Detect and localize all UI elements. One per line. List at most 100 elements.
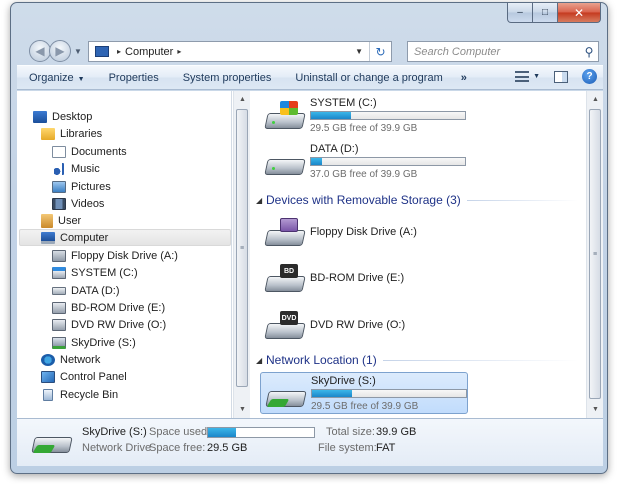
nav-item-skydrive[interactable]: SkyDrive (S:) — [52, 334, 136, 351]
nav-label: Control Panel — [60, 370, 127, 383]
nav-item-pictures[interactable]: Pictures — [52, 178, 111, 195]
system-drive-icon — [264, 101, 306, 131]
details-subtitle: Network Drive — [82, 442, 152, 454]
nav-item-libraries[interactable]: Libraries — [41, 125, 102, 142]
drive-usage-bar — [310, 157, 466, 166]
forward-button[interactable]: ▶ — [49, 40, 71, 62]
command-toolbar: Organize ▼ Properties System properties U… — [17, 65, 603, 90]
nav-item-system-drive[interactable]: SYSTEM (C:) — [52, 264, 138, 281]
system-properties-button[interactable]: System properties — [171, 72, 284, 84]
drive-item-floppy[interactable]: Floppy Disk Drive (A:) — [260, 212, 468, 254]
address-bar[interactable]: ▸ Computer ▸ ▼ ↻ — [88, 41, 392, 62]
close-button[interactable]: ✕ — [558, 3, 601, 23]
collapse-arrow-icon[interactable]: ◢ — [256, 196, 266, 205]
nav-item-computer[interactable]: Computer — [19, 229, 231, 246]
scroll-thumb[interactable]: ≡ — [236, 109, 248, 387]
nav-item-documents[interactable]: Documents — [52, 143, 127, 160]
nav-label: DVD RW Drive (O:) — [71, 318, 167, 331]
group-removable-storage[interactable]: ◢ Devices with Removable Storage (3) — [256, 192, 578, 208]
breadcrumb-computer[interactable]: Computer — [125, 46, 173, 58]
skydrive-icon — [265, 379, 307, 409]
nav-item-music[interactable]: Music — [52, 160, 100, 177]
uninstall-program-button[interactable]: Uninstall or change a program — [283, 72, 454, 84]
help-icon[interactable]: ? — [582, 69, 597, 84]
search-icon[interactable]: ⚲ — [580, 45, 598, 59]
nav-label: Pictures — [71, 180, 111, 193]
space-free-value: 29.5 GB — [207, 442, 248, 454]
data-drive-icon — [52, 286, 66, 295]
drive-name: DATA (D:) — [310, 143, 359, 155]
group-label: Devices with Removable Storage (3) — [266, 193, 461, 207]
content-scrollbar[interactable]: ▲ ≡ ▼ — [586, 91, 603, 418]
bd-rom-drive-icon: BD — [264, 264, 306, 294]
navigation-pane: Desktop Libraries Documents Music Pictur… — [17, 91, 232, 418]
breadcrumb-chevron[interactable]: ▸ — [177, 47, 181, 56]
scroll-down-icon[interactable]: ▼ — [587, 401, 604, 418]
bd-rom-drive-icon — [52, 301, 66, 314]
group-network-location[interactable]: ◢ Network Location (1) — [256, 352, 578, 368]
nav-label: Floppy Disk Drive (A:) — [71, 249, 178, 262]
skydrive-icon — [52, 336, 66, 349]
search-box[interactable]: Search Computer ⚲ — [407, 41, 599, 62]
minimize-button[interactable]: – — [507, 3, 533, 23]
organize-menu[interactable]: Organize ▼ — [17, 72, 97, 84]
scroll-up-icon[interactable]: ▲ — [587, 91, 604, 108]
network-icon — [41, 353, 55, 366]
videos-icon — [52, 197, 66, 210]
nav-label: SYSTEM (C:) — [71, 266, 138, 279]
properties-button[interactable]: Properties — [97, 72, 171, 84]
drive-item-skydrive[interactable]: SkyDrive (S:) 29.5 GB free of 39.9 GB — [260, 372, 468, 414]
view-options-chevron-icon[interactable]: ▼ — [533, 73, 540, 80]
organize-label: Organize — [29, 71, 74, 84]
more-commands-button[interactable]: » — [455, 72, 473, 84]
caption-buttons: – □ ✕ — [507, 3, 601, 23]
preview-pane-icon[interactable] — [554, 70, 568, 83]
nav-item-desktop[interactable]: Desktop — [33, 108, 92, 125]
refresh-icon[interactable]: ↻ — [369, 42, 391, 61]
data-drive-icon — [264, 147, 306, 177]
nav-item-user[interactable]: User — [41, 212, 81, 229]
drive-item-system[interactable]: SYSTEM (C:) 29.5 GB free of 39.9 GB — [260, 95, 468, 137]
maximize-button[interactable]: □ — [533, 3, 558, 23]
collapse-arrow-icon[interactable]: ◢ — [256, 356, 266, 365]
floppy-drive-icon — [264, 218, 306, 248]
nav-item-dvd-rw-drive[interactable]: DVD RW Drive (O:) — [52, 316, 166, 333]
group-divider — [382, 359, 578, 361]
nav-item-recycle-bin[interactable]: Recycle Bin — [41, 386, 118, 403]
drive-item-dvd-rw[interactable]: DVD DVD RW Drive (O:) — [260, 305, 468, 347]
content-pane: SYSTEM (C:) 29.5 GB free of 39.9 GB DATA… — [250, 91, 586, 418]
main-area: Desktop Libraries Documents Music Pictur… — [17, 91, 603, 418]
drive-item-data[interactable]: DATA (D:) 37.0 GB free of 39.9 GB — [260, 141, 468, 183]
group-label: Network Location (1) — [266, 353, 377, 367]
nav-item-bd-rom-drive[interactable]: BD-ROM Drive (E:) — [52, 299, 165, 316]
scroll-thumb[interactable]: ≡ — [589, 109, 601, 399]
change-view-icon[interactable] — [515, 71, 530, 82]
nav-label: SkyDrive (S:) — [71, 336, 136, 349]
nav-item-videos[interactable]: Videos — [52, 195, 104, 212]
libraries-icon — [41, 127, 55, 140]
navigation-scrollbar[interactable]: ▲ ≡ ▼ — [233, 91, 250, 418]
address-dropdown-icon[interactable]: ▼ — [355, 47, 363, 56]
system-drive-icon — [52, 266, 66, 279]
scroll-up-icon[interactable]: ▲ — [234, 91, 251, 108]
nav-item-floppy-drive[interactable]: Floppy Disk Drive (A:) — [52, 247, 178, 264]
nav-item-control-panel[interactable]: Control Panel — [41, 368, 127, 385]
nav-label: Music — [71, 162, 100, 175]
pictures-icon — [52, 180, 66, 193]
nav-item-data-drive[interactable]: DATA (D:) — [52, 282, 119, 299]
search-input[interactable]: Search Computer — [414, 46, 580, 58]
drive-name: SYSTEM (C:) — [310, 97, 377, 109]
nav-item-network[interactable]: Network — [41, 351, 100, 368]
details-title: SkyDrive (S:) — [82, 426, 147, 438]
breadcrumb-separator[interactable]: ▸ — [117, 47, 121, 56]
space-used-bar — [207, 427, 315, 438]
floppy-drive-icon — [52, 249, 66, 262]
recent-pages-dropdown[interactable]: ▼ — [74, 47, 82, 56]
drive-usage-bar — [311, 389, 467, 398]
recycle-bin-icon — [43, 388, 53, 401]
scroll-down-icon[interactable]: ▼ — [234, 401, 251, 418]
back-button[interactable]: ◀ — [29, 40, 51, 62]
drive-name: BD-ROM Drive (E:) — [310, 272, 405, 284]
drive-item-bd-rom[interactable]: BD BD-ROM Drive (E:) — [260, 258, 468, 300]
space-free-label: Space free: — [149, 442, 206, 454]
